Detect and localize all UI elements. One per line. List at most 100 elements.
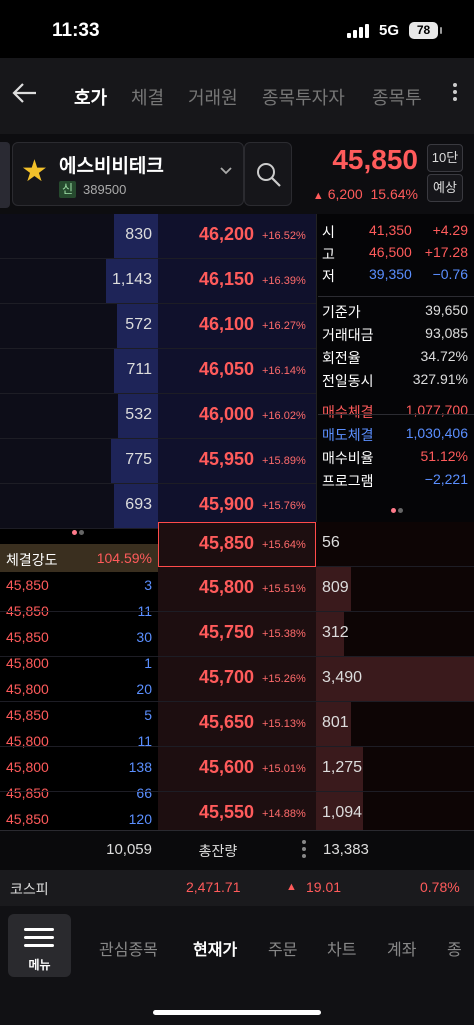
bid-row[interactable]: 45,800 +15.51%: [0, 567, 316, 612]
search-button[interactable]: [244, 142, 292, 206]
menu-button[interactable]: 메뉴: [8, 914, 71, 977]
totals-more-icon[interactable]: [301, 837, 307, 867]
bid-row[interactable]: 45,650 +15.13%: [0, 702, 316, 747]
bid-qty-cell: 801: [316, 702, 474, 747]
ohl-price: 41,350: [369, 222, 412, 238]
bid-qty: 801: [322, 714, 349, 731]
ask-row[interactable]: 711 46,050 +16.14%: [0, 349, 316, 394]
nav-order[interactable]: 주문: [268, 936, 297, 960]
nav-account[interactable]: 계좌: [387, 936, 416, 960]
bid-pct: +14.88%: [262, 808, 306, 820]
market-badge: 신: [59, 181, 76, 198]
index-value: 2,471.71: [186, 879, 241, 895]
stat-label: 거래대금: [322, 327, 374, 343]
change-percent: 15.64%: [370, 186, 418, 202]
stat-value: 93,085: [425, 325, 468, 341]
ohl-label: 시: [322, 224, 335, 240]
ask-qty: 775: [125, 451, 152, 468]
ask-pct: +15.89%: [262, 455, 306, 467]
signal-icon: [347, 24, 373, 38]
ask-pct: +16.14%: [262, 365, 306, 377]
search-icon: [257, 163, 281, 187]
stock-selector[interactable]: ★ 에스비비테크 신 389500: [12, 142, 244, 206]
top-nav: 호가 체결 거래원 종목투자자 종목투: [0, 58, 474, 134]
ask-price: 46,150: [199, 269, 255, 289]
stat-label: 회전율: [322, 350, 361, 366]
flow-label: 매수체결: [322, 404, 374, 420]
ask-price: 45,950: [199, 449, 255, 469]
ohl-price: 39,350: [369, 266, 412, 282]
home-indicator: [153, 1010, 321, 1015]
ask-qty: 532: [125, 406, 152, 423]
ask-price: 46,000: [199, 404, 255, 424]
bid-price: 45,800: [199, 577, 255, 597]
network-label: 5G: [379, 22, 400, 39]
flow-value: 1,077,700: [405, 402, 468, 418]
index-ticker[interactable]: 코스피 2,471.71 ▲ 19.01 0.78%: [0, 870, 474, 906]
bid-price: 45,700: [199, 667, 255, 687]
stat-label: 기준가: [322, 304, 361, 320]
ask-qty: 1,143: [111, 271, 152, 288]
current-price-cell[interactable]: 45,850 +15.64%: [158, 522, 316, 567]
nav-more[interactable]: 종: [447, 936, 462, 960]
levels-button[interactable]: 10단: [427, 144, 463, 172]
bid-row[interactable]: 45,600 +15.01%: [0, 747, 316, 792]
stock-header: ★ 에스비비테크 신 389500 45,850 ▲ 6,200 15.64% …: [0, 134, 474, 214]
ask-row[interactable]: 572 46,100 +16.27%: [0, 304, 316, 349]
ask-qty: 711: [126, 361, 152, 378]
ask-row[interactable]: 1,143 46,150 +16.39%: [0, 259, 316, 304]
bid-pct: +15.13%: [262, 718, 306, 730]
nav-watchlist[interactable]: 관심종목: [99, 936, 158, 960]
tab-trades[interactable]: 체결: [131, 84, 164, 110]
side-drawer-handle[interactable]: [0, 142, 10, 208]
forecast-button[interactable]: 예상: [427, 174, 463, 202]
strength-value: 104.59%: [96, 550, 152, 566]
bid-qty-cell: 809: [316, 567, 474, 612]
favorite-star-icon[interactable]: ★: [21, 157, 48, 187]
ohl-pct: +17.28: [424, 244, 468, 260]
index-name: 코스피: [10, 881, 49, 897]
ask-price: 45,900: [199, 494, 255, 514]
ask-row[interactable]: 830 46,200 +16.52%: [0, 214, 316, 259]
bid-pct: +15.51%: [262, 583, 306, 595]
flow-label: 프로그램: [322, 473, 374, 489]
bid-price: 45,750: [199, 622, 255, 642]
bottom-nav: 메뉴 관심종목 현재가 주문 차트 계좌 종: [0, 906, 474, 1025]
up-arrow-icon: ▲: [312, 190, 324, 202]
index-change: 19.01: [306, 879, 342, 895]
bid-row[interactable]: 45,750 +15.38%: [0, 612, 316, 657]
ask-row[interactable]: 775 45,950 +15.89%: [0, 439, 316, 484]
tab-brokers[interactable]: 거래원: [188, 84, 238, 110]
tab-more[interactable]: 종목투: [372, 84, 422, 110]
status-bar: 11:33 5G 78: [0, 0, 474, 58]
stat-value: 327.91%: [412, 371, 468, 387]
bid-pct: +15.01%: [262, 763, 306, 775]
bid-qty-cell: 1,275: [316, 747, 474, 792]
bid-qty-cell: 3,490: [316, 657, 474, 702]
current-bid-qty: 56: [316, 522, 474, 567]
ask-qty: 693: [125, 496, 152, 513]
ohl-pct: +4.29: [432, 222, 468, 238]
ask-pct: +16.27%: [262, 320, 306, 332]
total-residual: 10,059 총잔량 13,383: [0, 830, 474, 870]
ask-row[interactable]: 532 46,000 +16.02%: [0, 394, 316, 439]
index-up-arrow-icon: ▲: [286, 881, 297, 893]
bid-price: 45,600: [199, 757, 255, 777]
bid-total: 13,383: [323, 841, 369, 858]
nav-chart[interactable]: 차트: [327, 936, 356, 960]
chevron-down-icon[interactable]: [219, 163, 233, 181]
nav-current-price[interactable]: 현재가: [193, 936, 237, 960]
ask-qty: 830: [125, 226, 152, 243]
ask-qty: 572: [125, 316, 152, 333]
ask-price: 46,050: [199, 359, 255, 379]
tab-orderbook[interactable]: 호가: [74, 84, 107, 110]
bid-qty: 1,094: [322, 804, 363, 821]
bid-pct: +15.26%: [262, 673, 306, 685]
ohl-label: 저: [322, 268, 335, 284]
tab-investors[interactable]: 종목투자자: [262, 84, 345, 110]
flow-value: 1,030,406: [405, 425, 468, 441]
more-menu-icon[interactable]: [452, 80, 458, 110]
back-arrow-icon[interactable]: [10, 78, 44, 112]
bid-row[interactable]: 45,700 +15.26%: [0, 657, 316, 702]
bid-price: 45,650: [199, 712, 255, 732]
